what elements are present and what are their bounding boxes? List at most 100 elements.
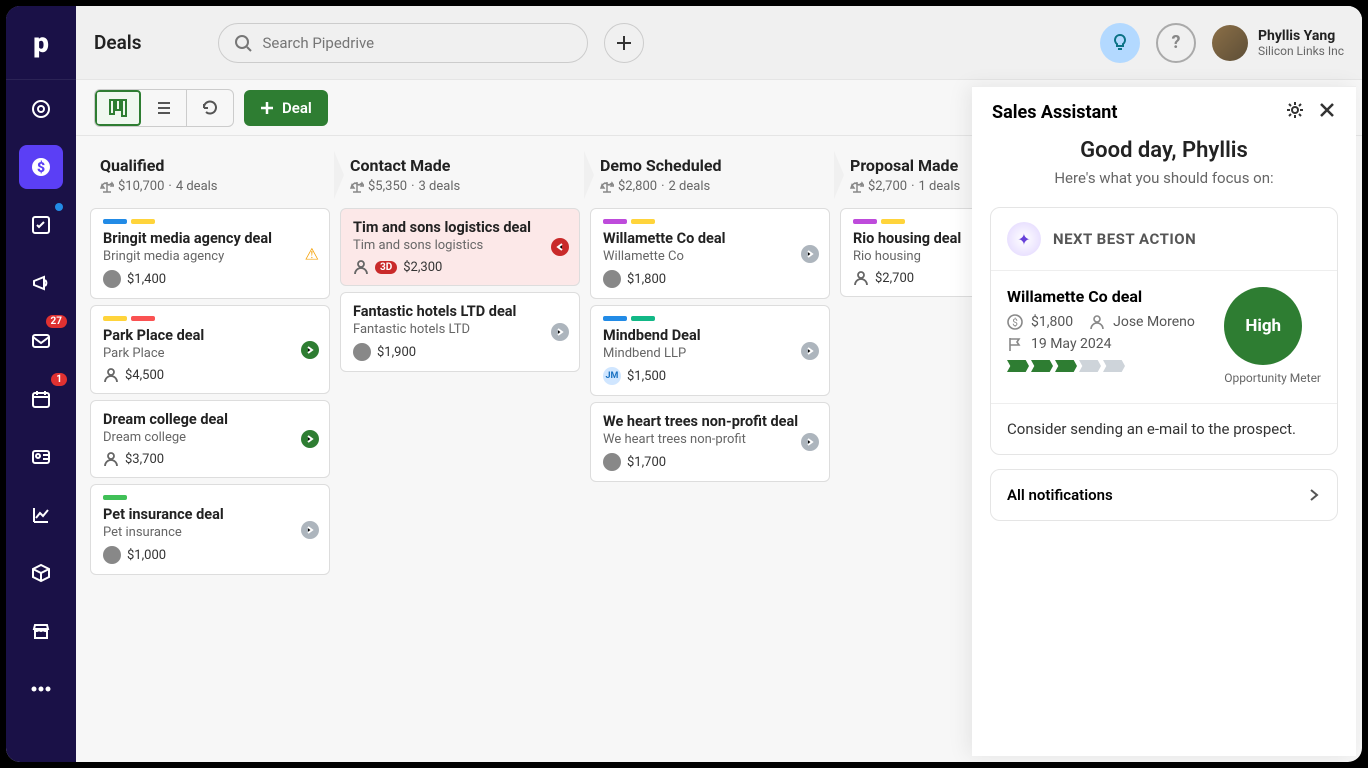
add-deal-button[interactable]: Deal (244, 90, 328, 126)
deal-card[interactable]: Pet insurance deal Pet insurance $1,000 (90, 484, 330, 575)
app-logo[interactable]: p (6, 6, 76, 80)
nav-products[interactable] (19, 551, 63, 595)
deal-title: Willamette Co deal (603, 230, 817, 247)
opportunity-meter: High (1224, 287, 1302, 365)
column-header[interactable]: Demo Scheduled $2,800 · 2 deals (586, 146, 834, 204)
column-title: Contact Made (350, 156, 570, 175)
deal-footer: $1,400 (103, 270, 317, 288)
nav-activities[interactable] (19, 203, 63, 247)
assistant-greeting: Good day, Phyllis (972, 138, 1356, 163)
wand-icon: ✦ (1007, 222, 1041, 256)
deal-title: Pet insurance deal (103, 506, 317, 523)
deal-org: Pet insurance (103, 525, 317, 540)
deal-footer: 3D $2,300 (353, 259, 567, 275)
deal-card[interactable]: Dream college deal Dream college $3,700 (90, 400, 330, 478)
status-indicator (801, 245, 819, 263)
all-notifications-label: All notifications (1007, 486, 1113, 504)
scale-icon (100, 180, 114, 194)
avatar (103, 270, 121, 288)
deal-title: Fantastic hotels LTD deal (353, 303, 567, 320)
nav-mail[interactable]: 27 (19, 319, 63, 363)
add-deal-label: Deal (282, 99, 312, 117)
mail-icon (31, 331, 51, 351)
deal-card[interactable]: Willamette Co deal Willamette Co $1,800 (590, 208, 830, 299)
page-title: Deals (94, 31, 142, 54)
assistant-toggle[interactable] (1100, 23, 1140, 63)
nav-insights[interactable] (19, 493, 63, 537)
nav-contacts[interactable] (19, 435, 63, 479)
deal-org: We heart trees non-profit (603, 432, 817, 447)
deal-value: $2,700 (875, 271, 914, 286)
card-tags (103, 316, 317, 321)
search-box[interactable] (218, 23, 588, 63)
target-icon (30, 98, 52, 120)
deal-footer: JM$1,500 (603, 367, 817, 385)
status-indicator (551, 323, 569, 341)
avatar (103, 546, 121, 564)
avatar (603, 453, 621, 471)
id-card-icon (31, 447, 51, 467)
column-header[interactable]: Qualified $10,700 · 4 deals (86, 146, 334, 204)
deal-footer: $3,700 (103, 451, 317, 467)
deal-org: Bringit media agency (103, 249, 317, 264)
search-input[interactable] (263, 34, 573, 52)
all-notifications-link[interactable]: All notifications (990, 469, 1338, 521)
view-forecast[interactable] (187, 90, 233, 126)
column-meta: $5,350 · 3 deals (350, 179, 570, 194)
assistant-panel: Sales Assistant Good day, Phyllis Here's… (972, 86, 1356, 756)
avatar (603, 270, 621, 288)
deal-card[interactable]: Mindbend Deal Mindbend LLP JM$1,500 (590, 305, 830, 396)
status-indicator (301, 430, 319, 448)
view-list[interactable] (141, 90, 187, 126)
deal-value: $1,800 (627, 272, 666, 287)
deal-title: Park Place deal (103, 327, 317, 344)
view-kanban[interactable] (95, 90, 141, 126)
deal-value: $4,500 (125, 368, 164, 383)
nav-more[interactable] (19, 667, 63, 711)
help-button[interactable]: ? (1156, 23, 1196, 63)
nav-campaigns[interactable] (19, 261, 63, 305)
deal-footer: $1,000 (103, 546, 317, 564)
nav-deals[interactable]: $ (19, 145, 63, 189)
deal-card[interactable]: Tim and sons logistics deal Tim and sons… (340, 208, 580, 286)
user-company: Silicon Links Inc (1258, 44, 1344, 58)
status-indicator (551, 238, 569, 256)
store-icon (31, 621, 51, 641)
person-icon (103, 451, 119, 467)
search-icon (233, 33, 253, 53)
list-icon (155, 99, 173, 117)
deal-org: Tim and sons logistics (353, 238, 567, 253)
deal-value: $1,000 (127, 548, 166, 563)
deal-value: $2,300 (403, 260, 442, 275)
deal-card[interactable]: Park Place deal Park Place $4,500 (90, 305, 330, 394)
deal-title: Dream college deal (103, 411, 317, 428)
nav-marketplace[interactable] (19, 609, 63, 653)
nba-deal-owner: Jose Moreno (1113, 314, 1195, 330)
deal-card[interactable]: Fantastic hotels LTD deal Fantastic hote… (340, 292, 580, 372)
deal-org: Park Place (103, 346, 317, 361)
more-icon (31, 686, 51, 692)
assistant-settings[interactable] (1286, 101, 1304, 124)
user-menu[interactable]: Phyllis Yang Silicon Links Inc (1212, 25, 1344, 61)
assistant-close[interactable] (1318, 101, 1336, 124)
opportunity-meter-label: Opportunity Meter (1224, 371, 1321, 387)
nba-deal-title[interactable]: Willamette Co deal (1007, 287, 1210, 306)
deal-footer: $1,800 (603, 270, 817, 288)
deal-card[interactable]: We heart trees non-profit deal We heart … (590, 402, 830, 482)
nav-calendar[interactable]: 1 (19, 377, 63, 421)
calendar-badge: 1 (51, 373, 67, 386)
person-icon (853, 270, 869, 286)
user-avatar (1212, 25, 1248, 61)
overdue-pill: 3D (375, 261, 397, 274)
pipeline-column: Demo Scheduled $2,800 · 2 deals Willamet… (586, 146, 834, 762)
column-header[interactable]: Contact Made $5,350 · 3 deals (336, 146, 584, 204)
nav-leads[interactable] (19, 87, 63, 131)
scale-icon (600, 180, 614, 194)
deal-card[interactable]: Bringit media agency deal Bringit media … (90, 208, 330, 299)
refresh-icon (201, 99, 219, 117)
view-switcher (94, 89, 234, 127)
plus-icon (615, 34, 633, 52)
avatar: JM (603, 367, 621, 385)
status-indicator (801, 342, 819, 360)
add-button[interactable] (604, 23, 644, 63)
